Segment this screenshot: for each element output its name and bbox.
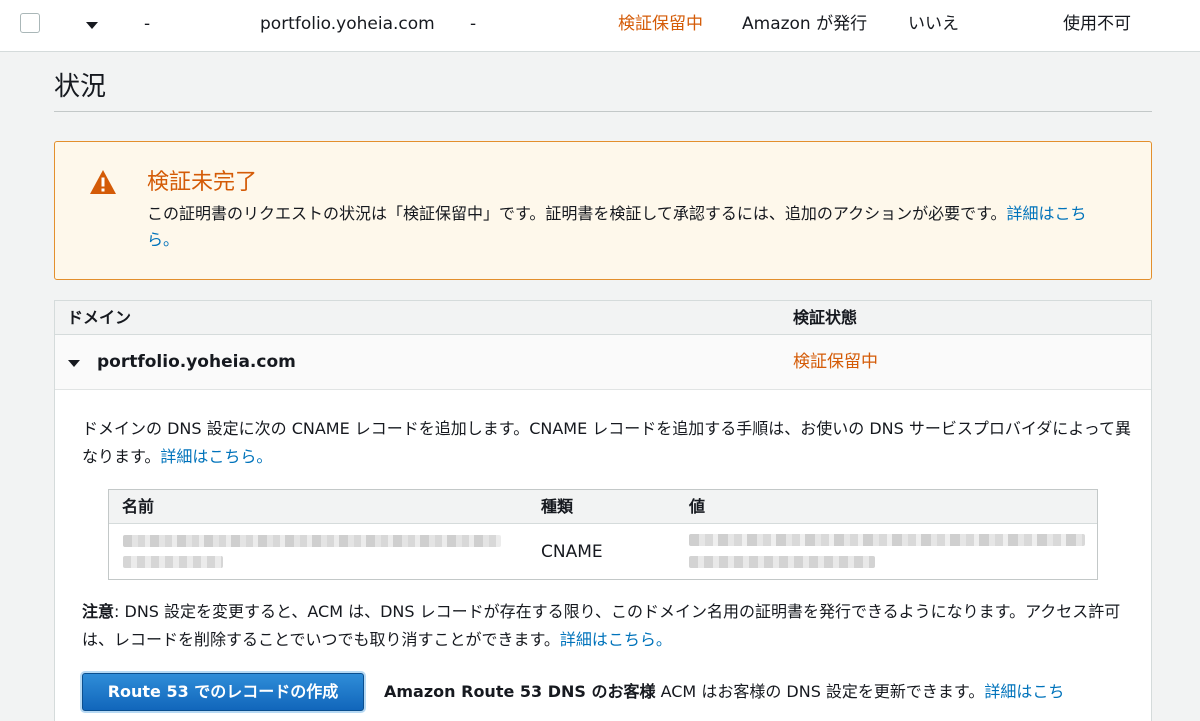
warning-icon [90,170,116,194]
additional-names-cell: - [470,14,477,34]
collapse-caret-icon[interactable] [86,22,98,29]
validation-status: 検証保留中 [793,352,878,372]
cname-learn-more-link[interactable]: 詳細はこちら。 [160,447,272,466]
cname-record-table: 名前 種類 値 CNAME [108,489,1098,580]
domain-validation-table: ドメイン 検証状態 portfolio.yoheia.com 検証保留中 ドメイ… [54,300,1152,721]
record-value-header: 値 [689,497,706,516]
domain-row[interactable]: portfolio.yoheia.com 検証保留中 [55,335,1151,390]
domain-name: portfolio.yoheia.com [97,352,296,372]
record-type: CNAME [541,542,603,562]
note-learn-more-link[interactable]: 詳細はこちら。 [560,630,672,649]
record-table-header: 名前 種類 値 [109,490,1097,524]
validation-status-column-header: 検証状態 [793,308,858,327]
title-divider [54,111,1152,112]
expand-caret-icon[interactable] [68,360,80,367]
route53-info-text: ACM はお客様の DNS 設定を更新できます。 [655,682,985,701]
record-name-header: 名前 [122,497,155,516]
create-record-in-route53-button[interactable]: Route 53 でのレコードの作成 [82,673,364,711]
alert-title: 検証未完了 [147,170,258,195]
domain-table-header: ドメイン 検証状態 [55,301,1151,335]
certificate-summary-row[interactable]: - portfolio.yoheia.com - 検証保留中 Amazon が発… [0,0,1200,52]
select-checkbox[interactable] [20,13,40,33]
record-type-header: 種類 [541,497,574,516]
alert-message: この証明書のリクエストの状況は「検証保留中」です。証明書を検証して承認するには、… [147,204,1007,223]
renewal-eligibility-cell: 使用不可 [1063,14,1131,34]
dns-note: 注意: DNS 設定を変更すると、ACM は、DNS レコードが存在する限り、こ… [82,598,1132,654]
note-label: 注意 [82,602,115,621]
alert-body: この証明書のリクエストの状況は「検証保留中」です。証明書を検証して承認するには、… [147,201,1107,253]
issuer-cell: Amazon が発行 [742,14,868,34]
in-use-cell: いいえ [908,14,959,34]
warning-alert: 検証未完了 この証明書のリクエストの状況は「検証保留中」です。証明書を検証して承… [54,141,1152,280]
name-cell: - [144,14,151,34]
route53-info-heading: Amazon Route 53 DNS のお客様 [384,682,656,701]
route53-info: Amazon Route 53 DNS のお客様 ACM はお客様の DNS 設… [384,681,1064,703]
route53-learn-more-link[interactable]: 詳細はこち [984,682,1064,701]
status-cell: 検証保留中 [618,14,703,34]
section-title: 状況 [54,72,107,102]
domain-cell: portfolio.yoheia.com [260,14,435,34]
cname-instructions: ドメインの DNS 設定に次の CNAME レコードを追加します。CNAME レ… [82,415,1132,471]
domain-column-header: ドメイン [67,308,132,327]
